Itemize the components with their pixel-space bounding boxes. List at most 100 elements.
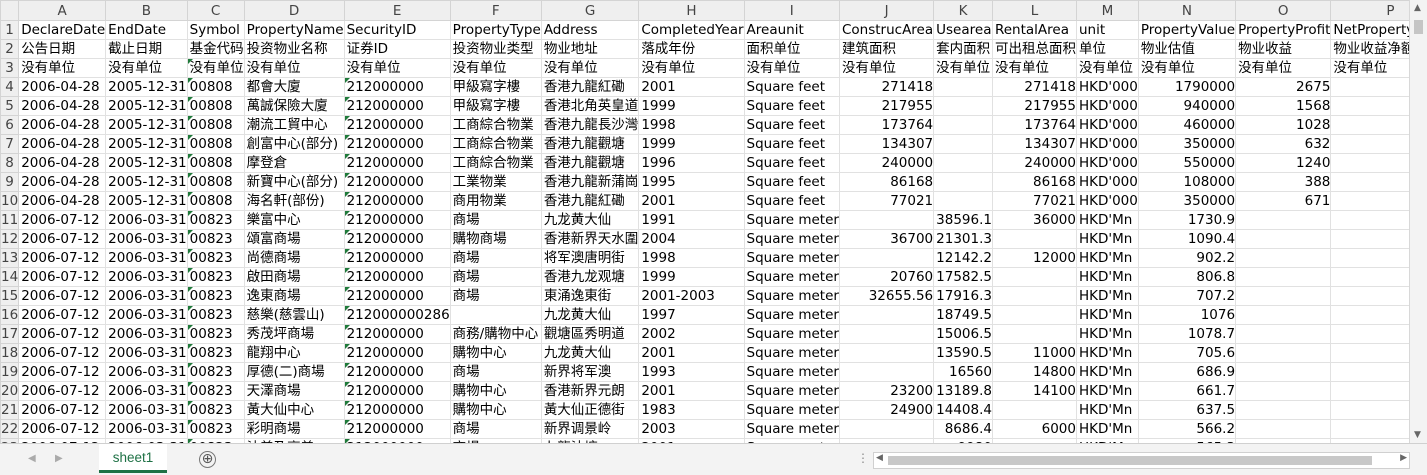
cell-p21[interactable]: 38.48 [1330,400,1409,420]
cell-i16[interactable]: Square meter [743,305,840,325]
cell-g11[interactable]: 九龙黄大仙 [540,210,640,230]
cell-n1[interactable]: PropertyValue [1137,20,1237,40]
cell-d14[interactable]: 啟田商場 [243,267,345,287]
column-header-h[interactable]: H [638,0,745,21]
cell-h16[interactable]: 1997 [638,305,745,325]
cell-p4[interactable]: 1844 [1330,77,1409,97]
cell-j11[interactable] [838,210,935,230]
cell-i21[interactable]: Square meter [743,400,840,420]
cell-n12[interactable]: 1090.4 [1137,229,1237,249]
cell-i22[interactable]: Square meter [743,419,840,439]
cell-d22[interactable]: 彩明商場 [243,419,345,439]
cell-m5[interactable]: HKD'000 [1075,96,1139,116]
cell-l10[interactable]: 77021 [991,191,1077,211]
cell-a19[interactable]: 2006-07-12 [18,362,107,382]
cell-c22[interactable]: 00823 [186,419,245,439]
cell-e22[interactable]: 212000000 [343,419,451,439]
cell-n14[interactable]: 806.8 [1137,267,1237,287]
cell-c10[interactable]: 00808 [186,191,245,211]
cell-f3[interactable]: 没有单位 [449,58,542,78]
cell-k12[interactable]: 21301.3 [933,229,993,249]
column-header-f[interactable]: F [449,0,542,21]
cell-g17[interactable]: 觀塘區秀明道 [540,324,640,344]
cell-g14[interactable]: 香港九龙观塘 [540,267,640,287]
cell-p22[interactable]: 38.15 [1330,419,1409,439]
cell-g2[interactable]: 物业地址 [540,39,640,59]
cell-o21[interactable] [1235,400,1332,420]
cell-p2[interactable]: 物业收益净额 [1330,39,1409,59]
cell-b17[interactable]: 2006-03-31 [105,324,188,344]
cell-g6[interactable]: 香港九龍長沙灣 [540,115,640,135]
cell-m4[interactable]: HKD'000 [1075,77,1139,97]
cell-i8[interactable]: Square feet [743,153,840,173]
column-header-k[interactable]: K [933,0,993,21]
cell-f1[interactable]: PropertyType [449,20,542,40]
cell-i2[interactable]: 面积单位 [743,39,840,59]
cell-f5[interactable]: 甲級寫字樓 [449,96,542,116]
cell-a13[interactable]: 2006-07-12 [18,248,107,268]
cell-k5[interactable] [933,96,993,116]
row-header[interactable]: 1 [0,20,20,40]
cell-b21[interactable]: 2006-03-31 [105,400,188,420]
cell-i3[interactable]: 没有单位 [743,58,840,78]
cell-f6[interactable]: 工商綜合物業 [449,115,542,135]
cell-l13[interactable]: 12000 [991,248,1077,268]
column-header-g[interactable]: G [540,0,640,21]
cell-n4[interactable]: 1790000 [1137,77,1237,97]
cell-p3[interactable]: 没有单位 [1330,58,1409,78]
cell-a16[interactable]: 2006-07-12 [18,305,107,325]
cell-p7[interactable]: 369 [1330,134,1409,154]
cell-n5[interactable]: 940000 [1137,96,1237,116]
cell-j4[interactable]: 271418 [838,77,935,97]
cell-m22[interactable]: HKD'Mn [1075,419,1139,439]
cell-a17[interactable]: 2006-07-12 [18,324,107,344]
cell-c13[interactable]: 00823 [186,248,245,268]
cell-j5[interactable]: 217955 [838,96,935,116]
cell-g15[interactable]: 東涌逸東街 [540,286,640,306]
cell-l3[interactable]: 没有单位 [991,58,1077,78]
cell-m3[interactable]: 没有单位 [1075,58,1139,78]
cell-c7[interactable]: 00808 [186,134,245,154]
cell-h2[interactable]: 落成年份 [638,39,745,59]
cell-l8[interactable]: 240000 [991,153,1077,173]
row-header[interactable]: 8 [0,153,20,173]
row-header[interactable]: 22 [0,419,20,439]
cell-k6[interactable] [933,115,993,135]
cell-b16[interactable]: 2006-03-31 [105,305,188,325]
cell-e4[interactable]: 212000000 [343,77,451,97]
cell-f9[interactable]: 工業物業 [449,172,542,192]
cell-i18[interactable]: Square meter [743,343,840,363]
cell-b7[interactable]: 2005-12-31 [105,134,188,154]
cell-h13[interactable]: 1998 [638,248,745,268]
cell-p12[interactable]: 70.68 [1330,229,1409,249]
cell-k19[interactable]: 16560 [933,362,993,382]
cell-e5[interactable]: 212000000 [343,96,451,116]
cell-p6[interactable]: 718 [1330,115,1409,135]
cell-m21[interactable]: HKD'Mn [1075,400,1139,420]
column-header-c[interactable]: C [186,0,245,21]
cell-i17[interactable]: Square meter [743,324,840,344]
cell-k3[interactable]: 没有单位 [933,58,993,78]
cell-l11[interactable]: 36000 [991,210,1077,230]
cell-n21[interactable]: 637.5 [1137,400,1237,420]
cell-o11[interactable] [1235,210,1332,230]
cell-g18[interactable]: 九龙黄大仙 [540,343,640,363]
scroll-down-arrow-icon[interactable]: ▼ [1414,430,1421,440]
cell-d16[interactable]: 慈樂(慈雲山) [243,305,345,325]
cell-l16[interactable] [991,305,1077,325]
cell-b13[interactable]: 2006-03-31 [105,248,188,268]
spreadsheet-grid[interactable]: ABCDEFGHIJKLMNOPQRS 1DeclareDateEndDateS… [0,0,1409,443]
cell-o17[interactable] [1235,324,1332,344]
cell-h14[interactable]: 1999 [638,267,745,287]
cell-j20[interactable]: 23200 [838,381,935,401]
cell-b9[interactable]: 2005-12-31 [105,172,188,192]
cell-f12[interactable]: 購物商場 [449,229,542,249]
horizontal-scrollbar[interactable]: ◀ ▶ [873,452,1410,469]
cell-c5[interactable]: 00808 [186,96,245,116]
row-header[interactable]: 11 [0,210,20,230]
select-all-corner[interactable] [0,0,20,21]
cell-i5[interactable]: Square feet [743,96,840,116]
cell-m18[interactable]: HKD'Mn [1075,343,1139,363]
cell-h12[interactable]: 2004 [638,229,745,249]
cell-n16[interactable]: 1076 [1137,305,1237,325]
